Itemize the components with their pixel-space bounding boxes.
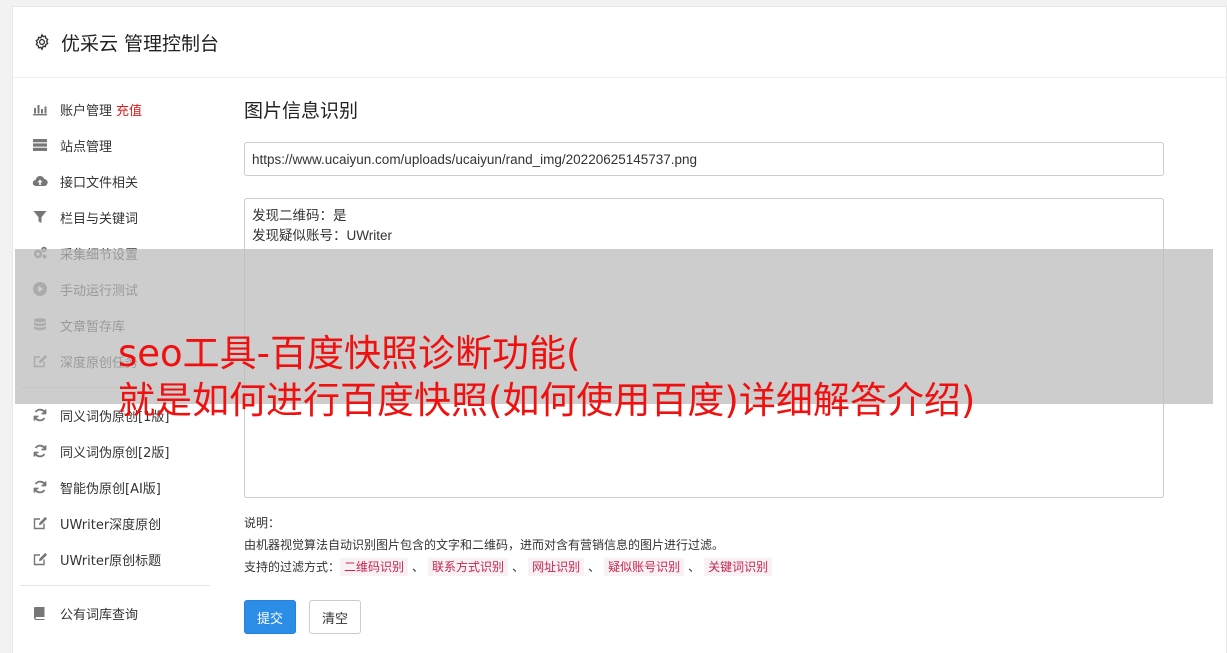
bar-chart-icon — [31, 101, 49, 117]
filter-separator: 、 — [512, 560, 525, 574]
filter-separator: 、 — [688, 560, 701, 574]
sidebar-item-label: 栏目与关键词 — [60, 211, 139, 227]
filter-label: 支持的过滤方式： — [244, 560, 341, 574]
refresh-icon — [31, 443, 49, 459]
filter-tag: 二维码识别 — [340, 558, 409, 576]
filter-tag: 网址识别 — [528, 558, 585, 576]
filter-list: 支持的过滤方式： 二维码识别、联系方式识别、网址识别、疑似账号识别、关键词识别 — [244, 556, 1166, 578]
filter-separator: 、 — [588, 560, 601, 574]
sidebar-item-label: 账户管理 — [60, 103, 113, 119]
sidebar-item-a-2[interactable]: 接口文件相关 — [20, 163, 210, 199]
headline-line-1: seo工具-百度快照诊断功能( — [118, 332, 581, 375]
sidebar-divider — [20, 585, 210, 586]
desc-label: 说明： — [244, 516, 281, 530]
sidebar-item-label: UWriter原创标题 — [60, 553, 162, 569]
sidebar-item-label: 接口文件相关 — [60, 175, 139, 191]
headline-line-2: 就是如何进行百度快照(如何使用百度)详细解答介绍) — [118, 379, 976, 422]
sidebar-item-label: UWriter深度原创 — [60, 517, 162, 533]
sidebar-item-c-0[interactable]: 公有词库查询 — [20, 595, 210, 631]
sidebar-item-a-0[interactable]: 账户管理 充值 — [20, 91, 210, 127]
sidebar-item-label: 同义词伪原创[2版] — [60, 445, 170, 461]
filter-tag: 联系方式识别 — [428, 558, 509, 576]
filter-tag: 关键词识别 — [704, 558, 773, 576]
sidebar-item-label: 公有词库查询 — [60, 607, 139, 623]
filter-separator: 、 — [412, 560, 425, 574]
sidebar-item-b-3[interactable]: UWriter深度原创 — [20, 505, 210, 541]
gear-icon — [35, 33, 49, 51]
sidebar-item-a-3[interactable]: 栏目与关键词 — [20, 199, 210, 235]
cloud-upload-icon — [31, 173, 49, 189]
sidebar-item-a-1[interactable]: 站点管理 — [20, 127, 210, 163]
panel-header: 优采云 管理控制台 — [13, 7, 1226, 78]
sidebar-item-b-1[interactable]: 同义词伪原创[2版] — [20, 433, 210, 469]
refresh-icon — [31, 479, 49, 495]
article-headline: seo工具-百度快照诊断功能( 就是如何进行百度快照(如何使用百度)详细解答介绍… — [118, 330, 975, 424]
desc-text: 由机器视觉算法自动识别图片包含的文字和二维码，进而对含有营销信息的图片进行过滤。 — [244, 538, 725, 552]
clear-button[interactable]: 清空 — [309, 600, 362, 634]
filter-tag: 疑似账号识别 — [604, 558, 685, 576]
recharge-link[interactable]: 充值 — [116, 100, 142, 119]
action-bar: 提交 清空 — [244, 600, 1166, 634]
book-icon — [31, 605, 49, 621]
sidebar-item-b-2[interactable]: 智能伪原创[AI版] — [20, 469, 210, 505]
edit-icon — [31, 551, 49, 567]
sidebar-item-b-4[interactable]: UWriter原创标题 — [20, 541, 210, 577]
refresh-icon — [31, 407, 49, 423]
server-icon — [31, 137, 49, 153]
page-title: 优采云 管理控制台 — [61, 32, 220, 55]
description: 说明： 由机器视觉算法自动识别图片包含的文字和二维码，进而对含有营销信息的图片进… — [244, 512, 1166, 578]
image-url-input[interactable] — [244, 142, 1164, 176]
sidebar-item-label: 站点管理 — [60, 139, 113, 155]
submit-button[interactable]: 提交 — [244, 600, 297, 634]
section-title: 图片信息识别 — [244, 100, 359, 122]
filter-icon — [31, 209, 49, 225]
sidebar-item-label: 智能伪原创[AI版] — [60, 481, 161, 497]
edit-icon — [31, 515, 49, 531]
